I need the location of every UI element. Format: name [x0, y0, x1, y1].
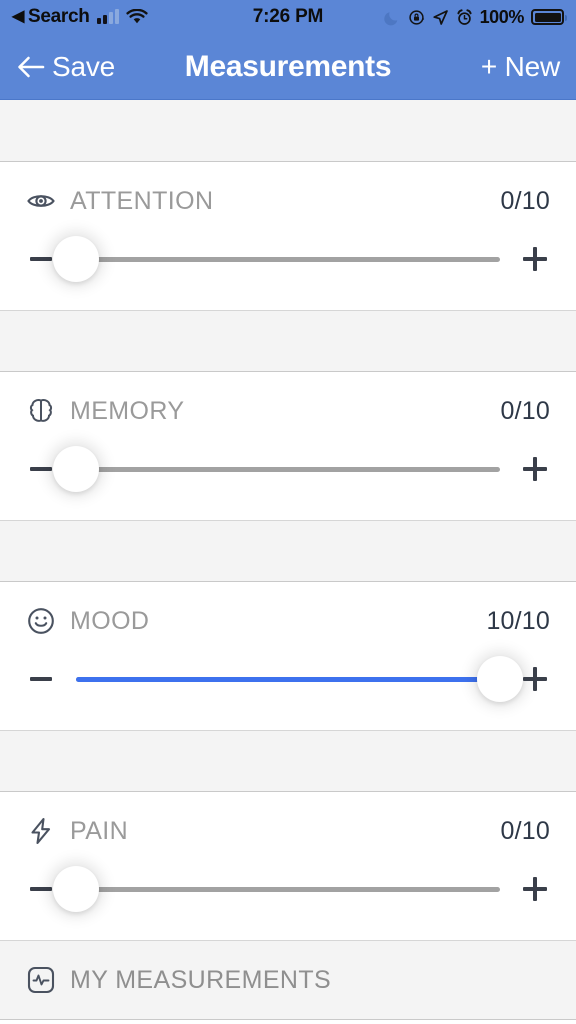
back-to-search-button[interactable]: ◀ Search [12, 6, 90, 28]
slider-attention[interactable] [53, 229, 500, 289]
slider-pain[interactable] [53, 859, 500, 919]
slider-memory[interactable] [53, 439, 500, 499]
measurement-value: 10/10 [486, 606, 550, 635]
measurement-value: 0/10 [500, 816, 550, 845]
battery-percent-label: 100% [479, 6, 525, 27]
measurement-label: MOOD [70, 606, 150, 635]
cellular-signal-icon [96, 9, 119, 24]
slider-track [76, 466, 500, 472]
status-bar-right: 100% [383, 6, 567, 28]
decrement-button[interactable] [24, 662, 58, 696]
status-bar: ◀ Search 7:26 PM 100% [0, 0, 576, 34]
slider-thumb[interactable] [53, 236, 99, 282]
increment-button[interactable] [518, 872, 552, 906]
rotation-lock-icon [408, 9, 425, 26]
measurement-row-mood: MOOD 10/10 [0, 582, 576, 730]
measurements-screen: ◀ Search 7:26 PM 100% Save Measurements … [0, 0, 576, 1024]
increment-button[interactable] [518, 452, 552, 486]
spacer-section-2 [0, 520, 576, 582]
increment-button[interactable] [518, 662, 552, 696]
spacer-section-top [0, 100, 576, 162]
slider-fill [76, 676, 500, 682]
measurement-label: MEMORY [70, 396, 185, 425]
alarm-clock-icon [456, 8, 473, 26]
measurement-value: 0/10 [500, 396, 550, 425]
measurement-header: PAIN 0/10 [0, 792, 576, 850]
spacer-section-3 [0, 730, 576, 792]
measurement-header: MOOD 10/10 [0, 582, 576, 640]
slider-track [76, 256, 500, 262]
measurement-header: MEMORY 0/10 [0, 372, 576, 430]
my-measurements-label: MY MEASUREMENTS [70, 965, 332, 994]
new-measurement-button[interactable]: + New [481, 51, 560, 83]
battery-full-icon [531, 9, 567, 25]
slider-track [76, 886, 500, 892]
eye-icon [26, 186, 56, 216]
measurement-header: ATTENTION 0/10 [0, 162, 576, 220]
location-arrow-icon [432, 9, 449, 26]
slider-thumb[interactable] [53, 866, 99, 912]
arrow-left-icon [16, 54, 46, 80]
slider-thumb[interactable] [53, 446, 99, 492]
pulse-activity-icon [26, 965, 56, 995]
slider-mood[interactable] [76, 649, 523, 709]
navigation-bar: Save Measurements + New [0, 34, 576, 100]
measurement-label: ATTENTION [70, 186, 214, 215]
brain-icon [26, 396, 56, 426]
status-bar-left: ◀ Search [12, 6, 148, 28]
measurement-slider-row [0, 850, 576, 928]
lightning-bolt-icon [26, 816, 56, 846]
measurement-label: PAIN [70, 816, 129, 845]
measurement-row-memory: MEMORY 0/10 [0, 372, 576, 520]
new-button-label: + New [480, 50, 560, 82]
measurement-value: 0/10 [500, 186, 550, 215]
moon-icon [383, 9, 401, 26]
measurement-slider-row [0, 430, 576, 508]
smiley-face-icon [26, 606, 56, 636]
save-button[interactable]: Save [16, 51, 115, 83]
measurement-row-attention: ATTENTION 0/10 [0, 162, 576, 310]
wifi-icon [125, 9, 148, 25]
status-back-label: Search [28, 6, 90, 27]
slider-thumb[interactable] [477, 656, 523, 702]
save-button-label: Save [52, 50, 116, 82]
spacer-section-1 [0, 310, 576, 372]
measurement-slider-row [0, 220, 576, 298]
increment-button[interactable] [518, 242, 552, 276]
my-measurements-section[interactable]: MY MEASUREMENTS [0, 940, 576, 1020]
measurement-slider-row [0, 640, 576, 718]
bottom-spacer [0, 1020, 576, 1024]
triangle-left-icon: ◀ [12, 8, 25, 25]
measurement-row-pain: PAIN 0/10 [0, 792, 576, 940]
